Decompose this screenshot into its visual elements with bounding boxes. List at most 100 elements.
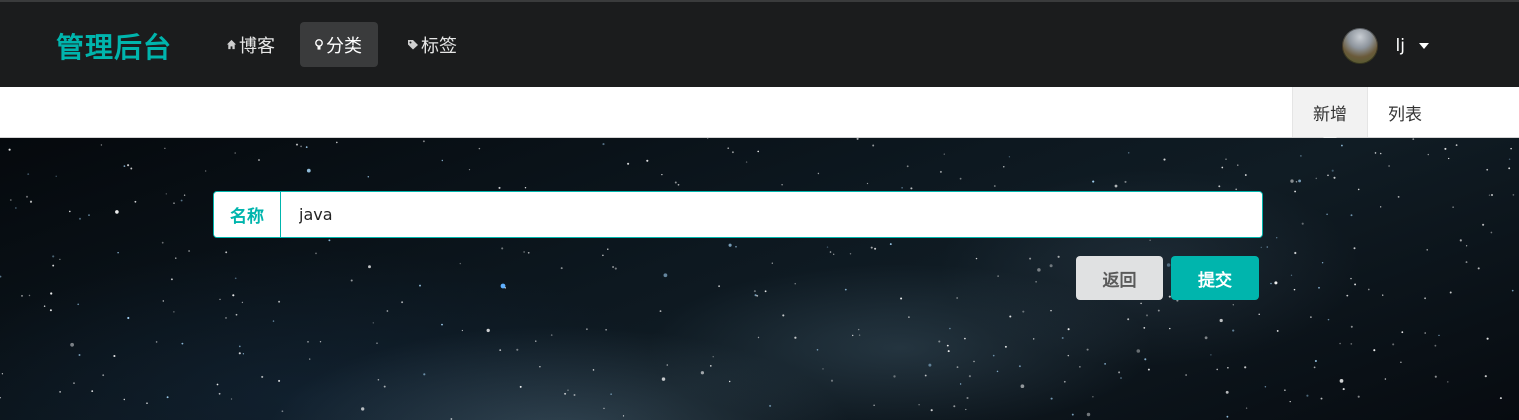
star (1331, 169, 1334, 172)
star (757, 336, 760, 339)
star (1342, 388, 1345, 391)
star (1, 373, 4, 375)
star (1488, 194, 1491, 196)
star (1232, 304, 1234, 306)
star (478, 147, 481, 150)
star (78, 217, 82, 220)
star (230, 398, 233, 400)
star (295, 143, 299, 146)
star (218, 392, 221, 395)
star (1219, 318, 1223, 323)
star (857, 328, 860, 331)
brand-title[interactable]: 管理后台 (56, 26, 172, 66)
star (49, 309, 52, 312)
star (261, 375, 264, 378)
star (1379, 152, 1382, 155)
star (764, 290, 767, 293)
star (1063, 380, 1066, 383)
star (735, 245, 737, 248)
caret-down-icon[interactable] (1419, 43, 1429, 49)
star (997, 275, 999, 277)
star (1320, 397, 1323, 400)
star (1071, 413, 1074, 416)
star (535, 340, 537, 342)
avatar[interactable] (1341, 28, 1378, 64)
star (833, 253, 835, 255)
star (242, 353, 245, 355)
star (1086, 348, 1089, 351)
star (1313, 366, 1316, 369)
star (966, 396, 969, 400)
star (127, 316, 130, 320)
tab-list[interactable]: 列表 (1368, 87, 1442, 137)
nav-item-tags[interactable]: 标签 (393, 22, 471, 67)
star (953, 405, 956, 408)
user-menu[interactable]: lj (1341, 28, 1429, 64)
star (127, 164, 130, 167)
nav-item-label: 标签 (421, 35, 457, 57)
star (603, 407, 605, 410)
star (278, 300, 281, 303)
star (401, 301, 404, 304)
star (1333, 176, 1336, 179)
star (870, 246, 873, 249)
back-button[interactable]: 返回 (1076, 256, 1163, 300)
nav-item-blog[interactable]: 博客 (212, 22, 289, 67)
star (28, 294, 31, 297)
star (910, 187, 913, 190)
star (873, 404, 875, 406)
star (498, 186, 501, 189)
star (661, 173, 663, 176)
star (1049, 264, 1053, 268)
tab-new[interactable]: 新增 (1292, 87, 1368, 137)
star (8, 148, 11, 151)
star (602, 254, 604, 257)
star (225, 316, 227, 319)
star (1508, 158, 1511, 160)
star (1050, 309, 1052, 312)
star (1318, 286, 1320, 289)
star (949, 327, 951, 330)
tags-icon (408, 40, 418, 50)
star (1427, 153, 1429, 156)
star (461, 329, 464, 332)
star (499, 349, 502, 351)
star (350, 279, 353, 282)
star (368, 265, 371, 269)
star (602, 143, 605, 146)
star (1327, 318, 1330, 321)
star (459, 262, 462, 265)
star (281, 410, 284, 413)
star (1163, 158, 1166, 161)
name-input[interactable] (281, 192, 1262, 237)
star (155, 341, 158, 343)
star (992, 354, 995, 357)
submit-button[interactable]: 提交 (1171, 256, 1259, 300)
star (956, 366, 959, 368)
star (908, 316, 910, 318)
star (59, 258, 61, 260)
star (524, 187, 527, 189)
star (468, 169, 471, 171)
star (1258, 313, 1260, 316)
star (175, 257, 177, 259)
star (1276, 329, 1279, 332)
star (180, 199, 183, 202)
star (1401, 331, 1404, 334)
star (238, 352, 241, 355)
nav-item-category[interactable]: 分类 (300, 22, 378, 67)
star (78, 354, 81, 356)
star (1244, 366, 1247, 369)
star (866, 182, 869, 185)
star (889, 243, 892, 246)
star (527, 251, 530, 254)
star (25, 195, 29, 198)
star (1204, 336, 1208, 340)
star (486, 328, 490, 333)
star (1221, 166, 1224, 169)
star (1357, 188, 1360, 191)
star (1306, 394, 1309, 397)
star (1339, 379, 1344, 383)
star (1276, 237, 1278, 239)
star (1136, 349, 1141, 353)
